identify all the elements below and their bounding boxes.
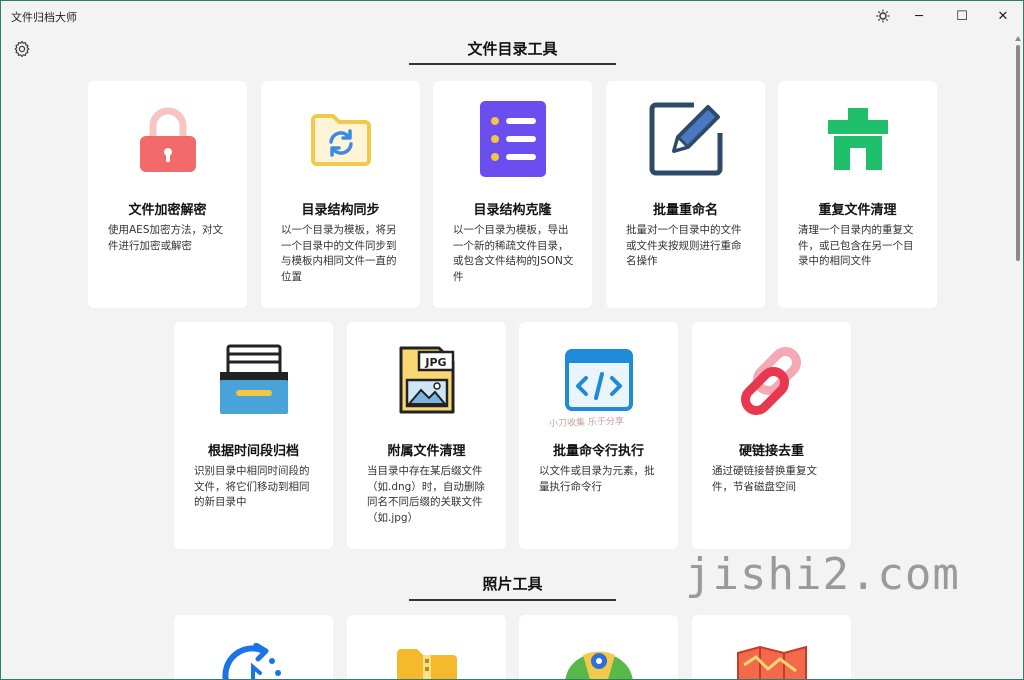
zip-folder-icon	[397, 649, 457, 679]
card-title: 重复文件清理	[818, 203, 897, 218]
link-icon	[740, 347, 801, 415]
list-icon	[479, 101, 546, 177]
archive-drawer-icon	[219, 344, 288, 414]
card-file-encrypt[interactable]: 文件加密解密 使用AES加密方法，对文件进行加密或解密	[88, 81, 247, 308]
card-title: 硬链接去重	[738, 444, 804, 459]
card-title: 根据时间段归档	[207, 444, 299, 459]
maximize-button[interactable]: ☐	[942, 1, 982, 31]
theme-toggle-button[interactable]	[863, 1, 903, 31]
section-title-photo-tools: 照片工具	[482, 575, 543, 593]
card-title: 附属文件清理	[387, 444, 466, 459]
card-description: 以文件或目录为元素，批量执行命令行	[539, 465, 655, 493]
jpg-label: JPG	[424, 356, 446, 369]
card-sidecar-clean[interactable]: JPG 附属文件清理 当目录中存在某后缀文件（如.dng）时，自动删除同名不同后…	[347, 322, 506, 549]
card-title: 批量命令行执行	[552, 444, 644, 459]
card-title: 目录结构同步	[301, 203, 380, 218]
scrollbar-thumb[interactable]	[1016, 45, 1020, 261]
section-title-file-tools: 文件目录工具	[467, 40, 558, 58]
timer-icon	[222, 643, 281, 679]
folder-sync-icon	[310, 114, 371, 166]
card-dir-clone[interactable]: 目录结构克隆 以一个目录为模板，导出一个新的稀疏文件目录，或包含文件结构的JSO…	[433, 81, 592, 308]
card-photo-3[interactable]	[519, 615, 678, 679]
sun-icon	[876, 9, 890, 23]
card-description: 识别目录中相同时间段的文件，将它们移动到相同的新目录中	[194, 465, 310, 508]
map-pin-icon	[565, 651, 633, 679]
card-description: 使用AES加密方法，对文件进行加密或解密	[108, 224, 223, 252]
edit-icon	[649, 102, 722, 176]
gear-icon	[14, 40, 30, 58]
app-window: 文件归档大师 ─ ☐ ✕ 文件目录工具 文件加密解密 使用AES加密方法，对文件…	[0, 0, 1024, 680]
scroll-up-arrow[interactable]	[1015, 35, 1021, 41]
card-title: 批量重命名	[652, 203, 718, 218]
card-description: 批量对一个目录中的文件或文件夹按规则进行重命名操作	[626, 224, 742, 267]
card-batch-cmd[interactable]: 批量命令行执行 以文件或目录为元素，批量执行命令行	[519, 322, 678, 549]
window-title: 文件归档大师	[11, 11, 77, 24]
card-description: 当目录中存在某后缀文件（如.dng）时，自动删除同名不同后缀的关联文件（如.jp…	[367, 465, 485, 524]
jpg-file-icon: JPG	[399, 346, 454, 414]
minimize-button[interactable]: ─	[899, 1, 939, 31]
card-photo-1[interactable]	[174, 615, 333, 679]
close-button[interactable]: ✕	[983, 1, 1023, 31]
card-title: 目录结构克隆	[473, 203, 552, 218]
card-archive-by-time[interactable]: 根据时间段归档 识别目录中相同时间段的文件，将它们移动到相同的新目录中	[174, 322, 333, 549]
card-hardlink-dedup[interactable]: 硬链接去重 通过硬链接替换重复文件，节省磁盘空间	[692, 322, 851, 549]
card-batch-rename[interactable]: 批量重命名 批量对一个目录中的文件或文件夹按规则进行重命名操作	[606, 81, 765, 308]
map-icon	[737, 645, 807, 679]
section-underline	[409, 599, 616, 601]
watermark-small: 小刀收集 乐于分享	[548, 416, 625, 430]
settings-button[interactable]	[13, 40, 31, 58]
card-description: 清理一个目录内的重复文件，或已包含在另一个目录中的相同文件	[798, 224, 914, 267]
card-description: 以一个目录为模板，导出一个新的稀疏文件目录，或包含文件结构的JSON文件	[453, 224, 574, 283]
section-underline	[409, 63, 616, 65]
card-title: 文件加密解密	[128, 203, 207, 218]
lock-icon	[139, 107, 196, 172]
trash-icon	[827, 108, 888, 170]
card-photo-2[interactable]	[347, 615, 506, 679]
card-duplicate-clean[interactable]: 重复文件清理 清理一个目录内的重复文件，或已包含在另一个目录中的相同文件	[778, 81, 937, 308]
code-window-icon	[564, 349, 633, 411]
card-description: 通过硬链接替换重复文件，节省磁盘空间	[712, 465, 817, 493]
watermark: jishi2.com	[685, 549, 960, 600]
card-description: 以一个目录为模板，将另一个目录中的文件同步到与模板内相同文件一直的位置	[281, 224, 397, 283]
card-dir-sync[interactable]: 目录结构同步 以一个目录为模板，将另一个目录中的文件同步到与模板内相同文件一直的…	[261, 81, 420, 308]
card-photo-4[interactable]	[692, 615, 851, 679]
title-bar: 文件归档大师 ─ ☐ ✕	[1, 1, 1023, 31]
